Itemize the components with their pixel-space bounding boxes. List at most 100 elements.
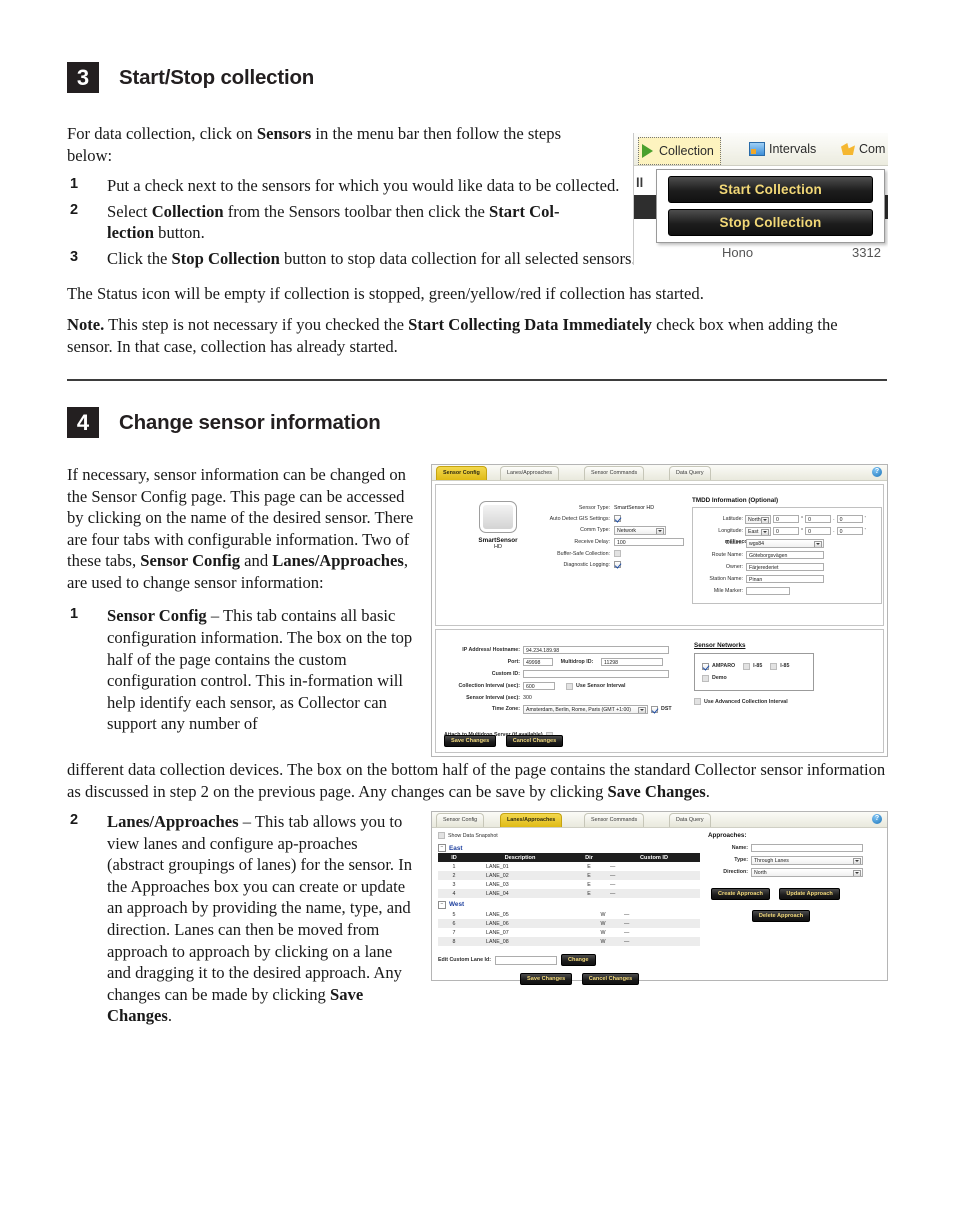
toolbar-collection-button[interactable]: Collection bbox=[638, 137, 721, 165]
latitude-degrees-input[interactable]: 0 bbox=[773, 515, 799, 524]
ip-address-input[interactable]: 94.234.189.98 bbox=[523, 646, 669, 655]
field-latitude[interactable]: Latitude: North 0 ° 0 . 0 ' bbox=[697, 513, 877, 525]
save-changes-button[interactable]: Save Changes bbox=[520, 973, 573, 986]
lanes-tabstrip: Sensor Config Lanes/Approaches Sensor Co… bbox=[432, 812, 887, 829]
edit-custom-lane-input[interactable] bbox=[494, 955, 557, 965]
network-amparo-checkbox[interactable] bbox=[702, 662, 709, 670]
second-mark: ' bbox=[864, 516, 866, 523]
table-row[interactable]: 6 LANE_06 W — bbox=[438, 919, 700, 929]
stop-collection-button[interactable]: Stop Collection bbox=[668, 209, 873, 236]
field-mile-marker[interactable]: Mile Marker: bbox=[697, 585, 877, 597]
advanced-collection-interval-checkbox[interactable] bbox=[694, 698, 701, 706]
longitude-hemisphere-select[interactable]: East bbox=[745, 526, 771, 536]
field-datum[interactable]: Datum: wgs84 bbox=[697, 537, 877, 549]
table-row[interactable]: 7 LANE_07 W — bbox=[438, 928, 700, 937]
delete-approach-button[interactable]: Delete Approach bbox=[751, 910, 811, 923]
approach-name-input[interactable] bbox=[751, 844, 863, 853]
datum-select[interactable]: wgs84 bbox=[746, 538, 824, 548]
update-approach-button[interactable]: Update Approach bbox=[779, 888, 840, 901]
sensor-config-window: Sensor Config Lanes/Approaches Sensor Co… bbox=[431, 464, 888, 758]
play-icon bbox=[642, 144, 653, 158]
help-icon[interactable]: ? bbox=[872, 467, 882, 478]
start-collection-button[interactable]: Start Collection bbox=[668, 176, 873, 203]
approach-type-select[interactable]: Through Lanes bbox=[751, 855, 863, 865]
show-data-snapshot-row[interactable]: Show Data Snapshot bbox=[438, 832, 498, 840]
field-comm-type[interactable]: Comm Type: Network bbox=[540, 524, 690, 536]
approaches-title: Approaches: bbox=[708, 832, 747, 840]
route-name-input[interactable]: Göteborgsvägen bbox=[746, 551, 824, 560]
tab-data-query[interactable]: Data Query bbox=[669, 466, 711, 481]
use-sensor-interval-checkbox[interactable] bbox=[566, 682, 573, 690]
table-row[interactable]: 5 LANE_05 W — bbox=[438, 910, 700, 919]
latitude-minutes-input[interactable]: 0 bbox=[805, 515, 832, 524]
show-data-snapshot-label: Show Data Snapshot bbox=[448, 832, 498, 839]
approach-direction-select[interactable]: North bbox=[751, 867, 863, 877]
owner-input[interactable]: Färjerederiet bbox=[746, 563, 824, 572]
table-row[interactable]: 3 LANE_03 E — bbox=[438, 880, 700, 889]
table-row[interactable]: 1 LANE_01 E — bbox=[438, 862, 700, 871]
comm-type-select[interactable]: Network bbox=[614, 525, 666, 535]
longitude-minutes-input[interactable]: 0 bbox=[805, 527, 832, 536]
field-longitude[interactable]: Longitude: East 0 ° 0 . 0 ' bbox=[697, 525, 877, 537]
toolbar-com-button[interactable]: Com bbox=[841, 137, 885, 161]
field-custom-id[interactable]: Custom ID: bbox=[444, 668, 684, 680]
dst-checkbox[interactable] bbox=[651, 705, 658, 713]
save-changes-button[interactable]: Save Changes bbox=[444, 735, 497, 748]
latitude-hemisphere-select[interactable]: North bbox=[745, 514, 771, 524]
table-row[interactable]: 8 LANE_08 W — bbox=[438, 937, 700, 947]
collapse-toggle-icon[interactable]: − bbox=[438, 900, 446, 909]
custom-id-input[interactable] bbox=[523, 670, 669, 679]
field-port[interactable]: Port: 49998 Multidrop ID: 11298 bbox=[444, 656, 684, 668]
field-auto-detect-gis[interactable]: Auto Detect GIS Settings: bbox=[540, 513, 690, 524]
collapse-toggle-icon[interactable]: − bbox=[438, 844, 446, 853]
tab-sensor-config[interactable]: Sensor Config bbox=[436, 466, 487, 481]
diagnostic-logging-checkbox[interactable] bbox=[614, 560, 621, 568]
tab-sensor-config[interactable]: Sensor Config bbox=[436, 813, 485, 828]
lane-group-header-east[interactable]: − East bbox=[438, 843, 700, 853]
field-advanced-interval[interactable]: Use Advanced Collection Interval bbox=[694, 698, 874, 706]
change-button[interactable]: Change bbox=[560, 954, 596, 967]
field-station-name[interactable]: Station Name: Pinan bbox=[697, 573, 877, 585]
tab-data-query[interactable]: Data Query bbox=[669, 813, 711, 828]
tab-lanes-approaches[interactable]: Lanes/Approaches bbox=[500, 466, 559, 481]
toolbar-intervals-button[interactable]: Intervals bbox=[749, 137, 816, 161]
field-ip-address[interactable]: IP Address/ Hostname: 94.234.189.98 bbox=[444, 644, 684, 656]
section-divider bbox=[67, 379, 887, 382]
show-data-snapshot-checkbox[interactable] bbox=[438, 832, 445, 840]
mile-marker-input[interactable] bbox=[746, 587, 790, 596]
collection-interval-input[interactable]: 600 bbox=[523, 682, 555, 691]
network-i85a-checkbox[interactable] bbox=[743, 662, 751, 670]
field-owner[interactable]: Owner: Färjerederiet bbox=[697, 561, 877, 573]
station-name-input[interactable]: Pinan bbox=[746, 575, 824, 584]
table-row[interactable]: 4 LANE_04 E — bbox=[438, 889, 700, 899]
field-approach-direction[interactable]: Direction: North bbox=[708, 866, 878, 878]
cell-desc: LANE_04 bbox=[470, 889, 570, 899]
field-approach-type[interactable]: Type: Through Lanes bbox=[708, 854, 878, 866]
edit-custom-lane-row[interactable]: Edit Custom Lane Id: Change bbox=[438, 954, 596, 967]
create-approach-button[interactable]: Create Approach bbox=[711, 888, 770, 901]
buffer-safe-collection-checkbox[interactable] bbox=[614, 549, 621, 557]
multidrop-id-input[interactable]: 11298 bbox=[601, 658, 663, 667]
lane-group-header-west[interactable]: − West bbox=[438, 899, 700, 910]
field-diagnostic-logging[interactable]: Diagnostic Logging: bbox=[540, 559, 690, 570]
longitude-degrees-input[interactable]: 0 bbox=[773, 527, 799, 536]
dst-label: DST bbox=[661, 706, 672, 713]
help-icon[interactable]: ? bbox=[872, 814, 882, 825]
network-i85b-checkbox[interactable] bbox=[770, 662, 778, 670]
field-approach-name[interactable]: Name: bbox=[708, 842, 878, 854]
field-time-zone[interactable]: Time Zone: Amsterdam, Berlin, Rome, Pari… bbox=[444, 703, 684, 715]
tab-lanes-approaches[interactable]: Lanes/Approaches bbox=[500, 813, 563, 828]
latitude-seconds-input[interactable]: 0 bbox=[836, 515, 863, 524]
tab-sensor-commands[interactable]: Sensor Commands bbox=[584, 466, 645, 481]
table-row[interactable]: 2 LANE_02 E — bbox=[438, 871, 700, 881]
network-demo-checkbox[interactable] bbox=[702, 674, 709, 682]
longitude-seconds-input[interactable]: 0 bbox=[836, 527, 863, 536]
cancel-changes-button[interactable]: Cancel Changes bbox=[505, 735, 564, 748]
port-input[interactable]: 49998 bbox=[523, 658, 553, 667]
field-route-name[interactable]: Route Name: Göteborgsvägen bbox=[697, 549, 877, 561]
cancel-changes-button[interactable]: Cancel Changes bbox=[581, 973, 640, 986]
auto-detect-gis-checkbox[interactable] bbox=[614, 514, 621, 522]
time-zone-select[interactable]: Amsterdam, Berlin, Rome, Paris (GMT +1:0… bbox=[523, 704, 648, 714]
tab-sensor-commands[interactable]: Sensor Commands bbox=[584, 813, 645, 828]
field-collection-interval[interactable]: Collection Interval (sec): 600 Use Senso… bbox=[444, 680, 684, 692]
